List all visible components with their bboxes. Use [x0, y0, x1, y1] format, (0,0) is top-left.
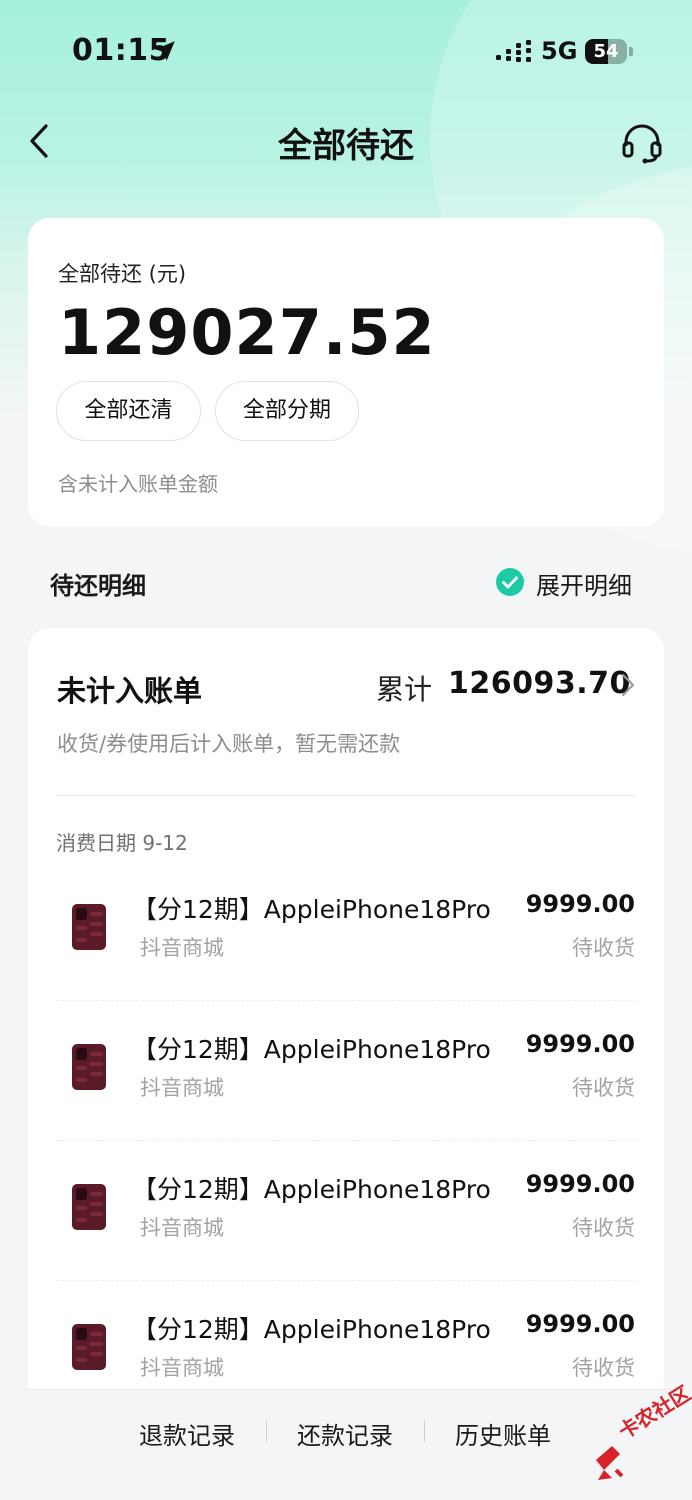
item-name: 【分12期】AppleiPhone18Pro [132, 1315, 491, 1344]
item-divider [56, 1000, 636, 1001]
network-type: 5G [541, 37, 578, 65]
item-divider [56, 1280, 636, 1281]
divider [424, 1420, 425, 1442]
item-status: 待收货 [572, 1216, 635, 1240]
item-name: 【分12期】AppleiPhone18Pro [132, 1035, 491, 1064]
item-name: 【分12期】AppleiPhone18Pro [132, 895, 491, 924]
divider [56, 795, 636, 796]
item-shop: 抖音商城 [140, 1356, 224, 1380]
item-shop: 抖音商城 [140, 936, 224, 960]
refund-records-link[interactable]: 退款记录 [139, 1416, 235, 1451]
phone-thumbnail-icon [72, 1324, 106, 1370]
battery-percent: 54 [593, 41, 619, 62]
history-bills-link[interactable]: 历史账单 [455, 1416, 551, 1451]
total-label: 累计 [376, 673, 433, 706]
phone-thumbnail-icon [72, 904, 106, 950]
divider [266, 1420, 267, 1442]
phone-thumbnail-icon [72, 1184, 106, 1230]
list-item[interactable]: 【分12期】AppleiPhone18Pro 抖音商城 9999.00 待收货 [28, 1160, 664, 1300]
page-title: 全部待还 [278, 126, 414, 166]
item-price: 9999.00 [525, 890, 635, 918]
repayment-records-link[interactable]: 还款记录 [297, 1416, 393, 1451]
summary-note: 含未计入账单金额 [58, 472, 218, 496]
summary-label: 全部待还 (元) [58, 262, 187, 286]
item-shop: 抖音商城 [140, 1076, 224, 1100]
list-item[interactable]: 【分12期】AppleiPhone18Pro 抖音商城 9999.00 待收货 [28, 1020, 664, 1160]
item-divider [56, 1140, 636, 1141]
battery-tip [629, 47, 633, 56]
bottom-bar: 退款记录 还款记录 历史账单 [0, 1389, 692, 1500]
item-status: 待收货 [572, 1076, 635, 1100]
list-item[interactable]: 【分12期】AppleiPhone18Pro 抖音商城 9999.00 待收货 [28, 880, 664, 1020]
expand-details-toggle[interactable]: 展开明细 [536, 566, 632, 601]
unbilled-title[interactable]: 未计入账单 [57, 668, 202, 710]
unbilled-subtitle: 收货/券使用后计入账单，暂无需还款 [57, 732, 401, 756]
purchase-date-label: 消费日期 9-12 [56, 831, 188, 855]
headset-icon[interactable] [620, 122, 664, 164]
unbilled-card: 未计入账单 累计 126093.70 收货/券使用后计入账单，暂无需还款 消费日… [28, 628, 664, 1500]
summary-card: 全部待还 (元) 129027.52 全部还清 全部分期 含未计入账单金额 [28, 218, 664, 527]
check-circle-icon[interactable] [496, 568, 524, 596]
item-status: 待收货 [572, 936, 635, 960]
item-status: 待收货 [572, 1356, 635, 1380]
summary-amount: 129027.52 [58, 296, 436, 369]
item-price: 9999.00 [525, 1310, 635, 1338]
chevron-right-icon[interactable] [620, 672, 636, 698]
item-price: 9999.00 [525, 1170, 635, 1198]
item-name: 【分12期】AppleiPhone18Pro [132, 1175, 491, 1204]
total-value: 126093.70 [448, 666, 631, 701]
phone-thumbnail-icon [72, 1044, 106, 1090]
item-shop: 抖音商城 [140, 1216, 224, 1240]
repay-all-button[interactable]: 全部还清 [56, 381, 201, 441]
battery-icon: 54 [585, 39, 627, 64]
location-arrow-icon [155, 41, 175, 61]
signal-icon [496, 40, 531, 62]
item-price: 9999.00 [525, 1030, 635, 1058]
installment-all-button[interactable]: 全部分期 [215, 381, 359, 441]
status-bar: 01:15 5G 54 [0, 0, 692, 100]
details-title: 待还明细 [50, 572, 146, 600]
